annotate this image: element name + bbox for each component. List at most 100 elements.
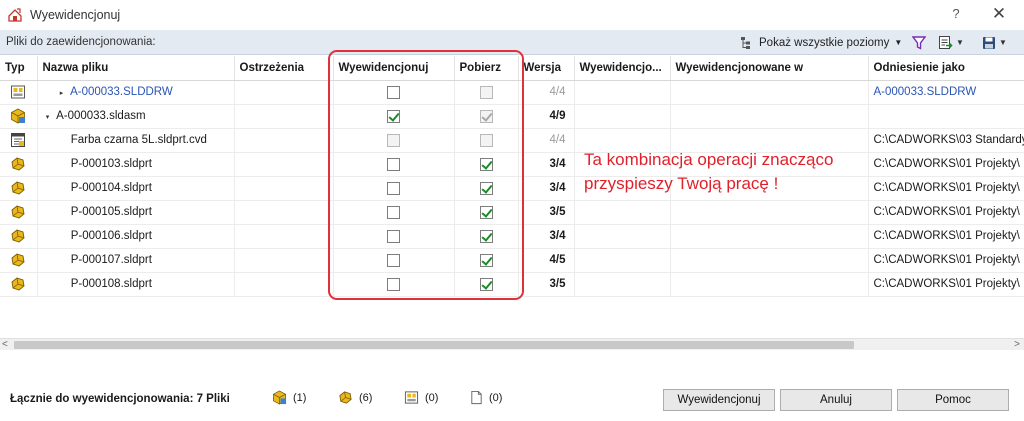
part-icon [10,180,26,196]
table-row[interactable]: P-000106.sldprt 3/4 C:\CADWORKS\01 Projekt… [0,224,1024,249]
version-cell: 3/5 [518,200,575,225]
table-row[interactable]: P-000107.sldprt 4/5 C:\CADWORKS\01 Projekt… [0,248,1024,273]
checkin-checkbox[interactable] [387,229,400,243]
checkin-checkbox[interactable] [387,181,400,195]
column-header-checked-out-in[interactable]: Wyewidencjonowane w [670,56,869,81]
part-count: (6) [338,390,372,405]
checkin-checkbox[interactable] [387,157,400,171]
warnings-cell [234,176,334,201]
annotation-line-2: przyspieszy Twoją pracę ! [584,174,779,193]
checkin-checkbox[interactable] [387,253,400,267]
tree-expander-icon[interactable]: ▸ [56,89,68,97]
horizontal-scrollbar[interactable]: < > [0,338,1024,350]
save-button[interactable]: ▼ [982,34,1007,51]
type-cell [0,104,38,129]
checkin-checkbox[interactable] [387,85,400,99]
cancel-button[interactable]: Anuluj [780,389,892,411]
assembly-icon [273,390,287,405]
checkin-cell [333,176,455,201]
version-cell: 4/4 [518,80,575,105]
filename-cell[interactable]: ▾ A-000033.sldasm [37,104,235,129]
assembly-count-value: (1) [293,391,307,404]
type-cell [0,128,38,153]
warnings-cell [234,152,334,177]
window-title: Wyewidencjonuj [30,8,121,22]
filename-cell[interactable]: ▸ A-000033.SLDDRW [37,80,235,105]
get-checkbox[interactable] [479,253,493,267]
checkin-checkbox[interactable] [387,277,400,291]
warnings-cell [234,272,334,297]
column-header-warnings[interactable]: Ostrzeżenia [234,56,334,81]
get-cell [454,80,519,105]
tree-expander-icon[interactable]: ▾ [42,113,54,121]
warnings-cell [234,224,334,249]
column-header-get[interactable]: Pobierz [454,56,519,81]
column-header-filename[interactable]: Nazwa pliku [37,56,235,81]
other-count: (0) [470,390,502,405]
checkin-cell [333,104,455,129]
table-row[interactable]: P-000108.sldprt 3/5 C:\CADWORKS\01 Projekt… [0,272,1024,297]
title-bar: Wyewidencjonuj ? ✕ [0,0,1024,30]
files-to-checkin-label: Pliki do zaewidencjonowania: [6,36,156,48]
get-cell [454,248,519,273]
table-row[interactable]: P-000105.sldprt 3/5 C:\CADWORKS\01 Projekt… [0,200,1024,225]
checkin-checkbox[interactable] [387,205,400,219]
filename-cell[interactable]: Farba czarna 5L.sldprt.cvd [37,128,235,153]
help-button[interactable]: ? [944,3,968,25]
get-checkbox[interactable] [479,181,493,195]
part-icon [10,228,26,244]
assembly-count: (1) [272,390,306,405]
referenced-as-cell: C:\CADWORKS\01 Projekty\ [868,272,1024,297]
table-row[interactable]: ▸ A-000033.SLDDRW 4/4 A-000033.SLDDRW [0,80,1024,105]
filename: P-000104.sldprt [70,182,152,194]
referenced-as-cell: C:\CADWORKS\01 Projekty\ [868,152,1024,177]
checkin-button[interactable]: Wyewidencjonuj [663,389,775,411]
export-button[interactable]: ▼ [938,34,964,51]
column-header-version[interactable]: Wersja [518,56,575,81]
checkin-checkbox [387,133,400,147]
type-cell [0,248,38,273]
get-checkbox[interactable] [479,205,493,219]
type-cell [0,224,38,249]
column-header-checkin[interactable]: Wyewidencjonuj [333,56,455,81]
help-dialog-button[interactable]: Pomoc [897,389,1009,411]
filename-cell[interactable]: P-000103.sldprt [37,152,235,177]
scrollbar-thumb[interactable] [14,341,854,349]
table-row[interactable]: ▾ A-000033.sldasm 4/9 [0,104,1024,129]
part-icon [10,276,26,292]
filename-cell[interactable]: P-000108.sldprt [37,272,235,297]
filename-cell[interactable]: P-000104.sldprt [37,176,235,201]
type-cell [0,200,38,225]
referenced-as-cell: C:\CADWORKS\01 Projekty\ [868,176,1024,201]
assembly-icon [10,108,26,124]
column-header-checked-out-by[interactable]: Wyewidencjo... [574,56,671,81]
get-checkbox[interactable] [479,277,493,291]
filename-cell[interactable]: P-000107.sldprt [37,248,235,273]
filename: Farba czarna 5L.sldprt.cvd [70,134,207,146]
checkin-checkbox[interactable] [387,109,400,123]
column-header-referenced-as[interactable]: Odniesienie jako [868,56,1024,81]
show-all-levels-button[interactable]: Pokaż wszystkie poziomy ▼ [740,33,902,52]
checked-out-in-cell [670,272,869,297]
get-checkbox[interactable] [479,229,493,243]
checkin-cell [333,152,455,177]
checked-out-by-cell [574,80,671,105]
filter-button[interactable] [912,34,926,51]
close-button[interactable]: ✕ [986,3,1012,25]
checkin-cell [333,128,455,153]
version-cell: 4/5 [518,248,575,273]
filename-cell[interactable]: P-000105.sldprt [37,200,235,225]
version-cell: 4/4 [518,128,575,153]
column-header-type[interactable]: Typ [0,56,38,81]
scroll-left-icon[interactable]: < [2,339,8,350]
scroll-right-icon[interactable]: > [1014,339,1020,350]
referenced-as-cell: C:\CADWORKS\03 Standardy [868,128,1024,153]
get-cell [454,200,519,225]
get-checkbox[interactable] [479,157,493,171]
filter-icon [912,35,926,50]
checked-out-in-cell [670,200,869,225]
get-checkbox [479,133,493,147]
filename-cell[interactable]: P-000106.sldprt [37,224,235,249]
filename: P-000107.sldprt [70,254,152,266]
annotation-text: Ta kombinacja operacji znacząco przyspie… [584,148,884,196]
